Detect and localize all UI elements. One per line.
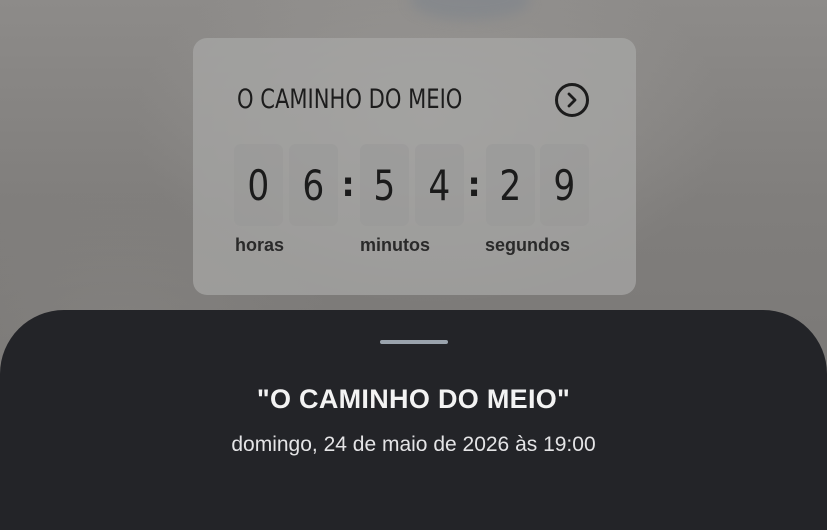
minutes-tens-digit: 5 [360,144,409,226]
separator-colon: : [341,165,355,205]
event-date: domingo, 24 de maio de 2026 às 19:00 [231,433,596,456]
chevron-right-circle-icon[interactable] [555,83,589,117]
background-detail [410,0,530,20]
minutes-ones-digit: 4 [415,144,464,226]
minutes-label: minutos [360,235,430,255]
sheet-drag-handle[interactable] [380,340,448,344]
countdown-card[interactable]: O CAMINHO DO MEIO 0 6 : 5 4 : 2 9 horas … [193,38,636,295]
hours-tens-digit: 0 [234,144,283,226]
hours-ones-digit: 6 [289,144,338,226]
countdown-title: O CAMINHO DO MEIO [237,84,463,115]
hours-label: horas [235,235,285,255]
separator-colon: : [467,165,481,205]
seconds-tens-digit: 2 [486,144,535,226]
event-title: "O CAMINHO DO MEIO" [256,384,571,414]
bottom-sheet: "O CAMINHO DO MEIO" domingo, 24 de maio … [0,310,827,530]
seconds-label: segundos [485,235,571,255]
seconds-ones-digit: 9 [540,144,589,226]
